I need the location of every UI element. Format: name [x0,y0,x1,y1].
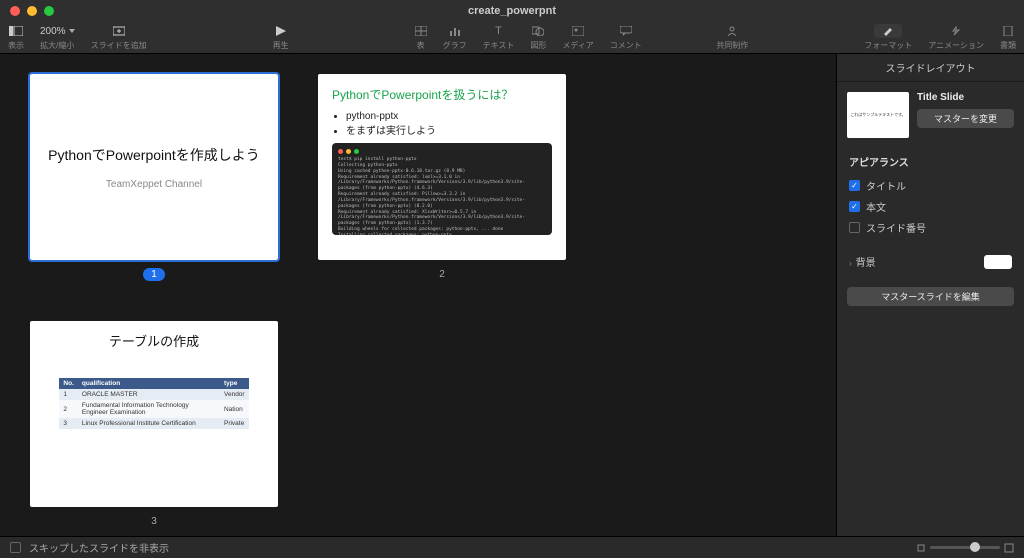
slide-number: 2 [431,268,453,281]
checkbox-checked-icon[interactable]: ✓ [849,180,860,191]
text-button[interactable]: T テキスト [475,24,523,51]
edit-master-button[interactable]: マスタースライドを編集 [847,287,1014,306]
chevron-down-icon [69,29,75,33]
comment-button[interactable]: コメント [602,24,650,51]
slidenum-checkbox-row[interactable]: スライド番号 [849,217,1012,238]
slide-thumbnail-2[interactable]: PythonでPowerpointを扱うには？ python-pptx をまずは… [318,74,566,281]
bottombar: スキップしたスライドを非表示 [0,536,1024,558]
close-icon[interactable] [10,6,20,16]
slide1-title: PythonでPowerpointを作成しよう [48,145,260,165]
slide2-bullets: python-pptx をまずは実行しよう [346,111,552,137]
change-master-button[interactable]: マスターを変更 [917,109,1014,128]
chevron-right-icon: › [849,259,852,268]
slide2-title: PythonでPowerpointを扱うには？ [332,86,552,103]
zoom-icon[interactable] [44,6,54,16]
comment-icon [620,24,632,38]
checkbox-checked-icon[interactable]: ✓ [849,201,860,212]
animation-button[interactable]: アニメーション [920,24,992,51]
checkbox-icon[interactable] [849,222,860,233]
slide-number: 3 [143,515,165,528]
window-controls [10,6,54,16]
document-button[interactable]: 書類 [992,24,1024,51]
zoom-control[interactable]: 200% 拡大/縮小 [32,24,83,51]
brush-icon [874,24,902,38]
zoom-out-icon [916,543,926,553]
format-button[interactable]: フォーマット [856,24,920,51]
view-menu[interactable]: 表示 [0,24,32,51]
title-checkbox-row[interactable]: ✓ タイトル [849,175,1012,196]
inspector-panel: スライドレイアウト これはサンプルテキストです。 Title Slide マスタ… [836,54,1024,536]
shape-button[interactable]: 図形 [522,24,554,51]
zoom-slider[interactable] [916,543,1014,553]
window-title: create_powerpnt [468,5,556,17]
background-row[interactable]: ›背景 [849,250,1012,273]
animation-icon [949,24,963,38]
hide-skipped-label: スキップしたスライドを非表示 [29,540,169,555]
body-checkbox-row[interactable]: ✓ 本文 [849,196,1012,217]
chart-button[interactable]: グラフ [435,24,475,51]
collaborate-icon [726,24,738,38]
slide-thumbnail-1[interactable]: PythonでPowerpointを作成しよう TeamXeppet Chann… [30,74,278,281]
slide3-table: No. qualification type 1ORACLE MASTERVen… [59,378,248,429]
hide-skipped-checkbox[interactable] [10,542,21,553]
slide-number: 1 [143,268,165,281]
text-icon: T [495,24,502,38]
background-color-swatch[interactable] [984,255,1012,269]
minimize-icon[interactable] [27,6,37,16]
table-icon [415,24,427,38]
terminal-screenshot: test$ pip install python-pptx Collecting… [332,143,552,235]
plus-icon [113,24,125,38]
inspector-header: スライドレイアウト [837,54,1024,82]
layout-thumbnail[interactable]: これはサンプルテキストです。 [847,92,909,138]
zoom-in-icon [1004,543,1014,553]
slide-sorter-canvas[interactable]: PythonでPowerpointを作成しよう TeamXeppet Chann… [0,54,836,536]
chart-icon [449,24,461,38]
document-icon [1003,24,1013,38]
media-button[interactable]: メディア [554,24,601,51]
play-icon [276,24,286,38]
appearance-label: アピアランス [849,154,1012,169]
media-icon [572,24,584,38]
add-slide-button[interactable]: スライドを追加 [83,24,155,51]
shape-icon [532,24,544,38]
slide3-title: テーブルの作成 [44,331,264,350]
table-button[interactable]: 表 [407,24,435,51]
titlebar: create_powerpnt [0,0,1024,22]
play-button[interactable]: 再生 [265,24,297,51]
slide-thumbnail-3[interactable]: テーブルの作成 No. qualification type 1ORACLE M… [30,321,278,528]
toolbar: 表示 200% 拡大/縮小 スライドを追加 再生 表 グラフ T テキスト 図形… [0,22,1024,54]
layout-name: Title Slide [917,92,1014,103]
collaborate-button[interactable]: 共同制作 [708,24,756,51]
slide1-subtitle: TeamXeppet Channel [106,179,202,190]
